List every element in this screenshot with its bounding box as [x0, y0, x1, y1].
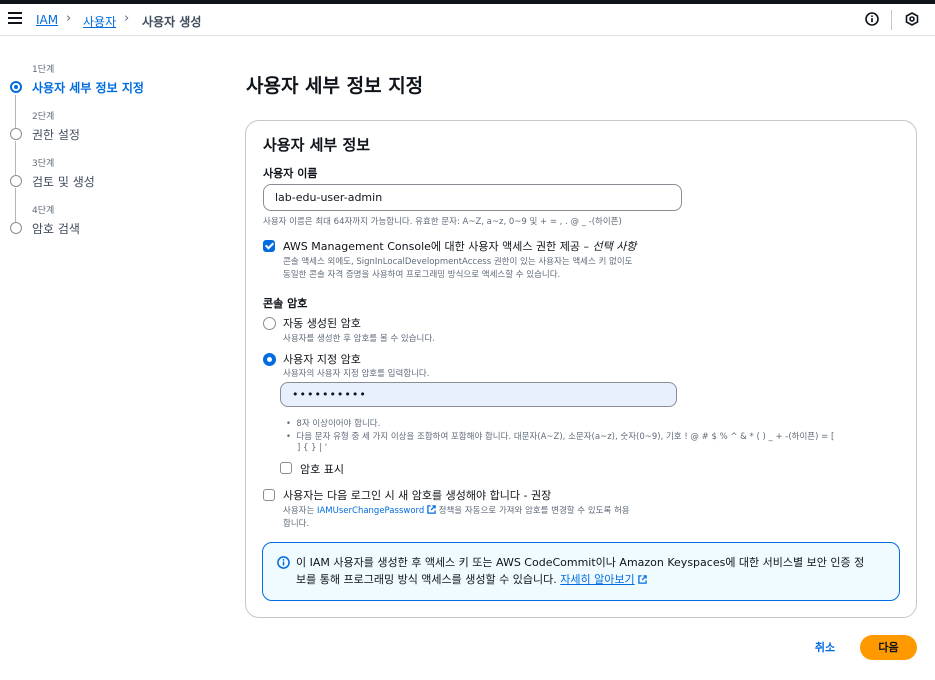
step-number: 2단계: [32, 112, 55, 122]
step-indicator: [10, 222, 22, 234]
step-indicator: [10, 175, 22, 187]
external-link-icon: [427, 505, 436, 514]
user-details-card: 사용자 세부 정보 사용자 이름 lab-edu-user-admin 사용자 …: [245, 120, 917, 618]
password-rule-text: 다음 문자 유형 중 세 가지 이상을 조합하여 포함해야 합니다. 대문자(A…: [296, 432, 835, 442]
card-title: 사용자 세부 정보: [263, 136, 371, 154]
cancel-button[interactable]: 취소: [808, 638, 842, 658]
step-connector: [15, 95, 16, 128]
auto-password-radio[interactable]: [263, 317, 276, 330]
reset-desc-suffix: 정책을 자동으로 가져와 암호를 변경할 수 있도록 허용: [438, 506, 630, 516]
step-label: 권한 설정: [32, 128, 80, 142]
password-input[interactable]: ••••••••••: [280, 382, 677, 407]
settings-icon[interactable]: [905, 12, 919, 26]
page-title: 사용자 세부 정보 지정: [246, 75, 424, 97]
optional-text: 선택 사항: [592, 240, 637, 253]
breadcrumb-users[interactable]: 사용자: [83, 13, 116, 30]
console-access-checkbox[interactable]: [263, 240, 275, 252]
next-button[interactable]: 다음: [860, 635, 917, 660]
username-label: 사용자 이름: [263, 167, 318, 180]
header: IAM › 사용자 › 사용자 생성: [0, 4, 935, 36]
password-rule-text: 8자 이상이어야 합니다.: [296, 419, 381, 429]
username-input[interactable]: lab-edu-user-admin: [263, 184, 682, 211]
auto-password-desc: 사용자를 생성한 후 암호를 볼 수 있습니다.: [283, 334, 435, 344]
breadcrumb-iam[interactable]: IAM: [36, 13, 58, 27]
step-connector: [15, 188, 16, 222]
custom-password-desc: 사용자의 사용자 지정 암호를 입력합니다.: [283, 369, 430, 379]
chevron-right-icon: ›: [124, 11, 130, 26]
info-alert: 이 IAM 사용자를 생성한 후 액세스 키 또는 AWS CodeCommit…: [262, 542, 900, 601]
step-label: 검토 및 생성: [32, 175, 95, 189]
info-line-2: 보를 통해 프로그래밍 방식 액세스를 생성할 수 있습니다. 자세히 알아보기: [296, 571, 876, 588]
password-rule: • 다음 문자 유형 중 세 가지 이상을 조합하여 포함해야 합니다. 대문자…: [286, 432, 835, 442]
console-access-label: AWS Management Console에 대한 사용자 액세스 권한 제공…: [283, 238, 636, 254]
password-rule-cont: ] { } | ': [297, 443, 328, 453]
step-label: 사용자 세부 정보 지정: [32, 81, 144, 95]
step-label: 암호 검색: [32, 222, 80, 236]
step-indicator: [10, 128, 22, 140]
auto-password-label: 자동 생성된 암호: [283, 317, 361, 330]
console-access-desc-2: 동일한 콘솔 자격 증명을 사용하여 프로그래밍 방식으로 액세스할 수 있습니…: [283, 270, 561, 280]
console-password-label: 콘솔 암호: [263, 297, 308, 310]
step-number: 1단계: [32, 65, 55, 75]
step-number: 3단계: [32, 159, 55, 169]
show-password-label: 암호 표시: [300, 463, 344, 476]
reset-password-desc-2: 합니다.: [283, 519, 310, 529]
console-access-desc-1: 콘솔 액세스 외에도, SignInLocalDevelopmentAccess…: [283, 257, 633, 267]
reset-password-desc: 사용자는 IAMUserChangePassword 정책을 자동으로 가져와 …: [283, 504, 630, 516]
step-number: 4단계: [32, 206, 55, 216]
reset-desc-prefix: 사용자는: [283, 506, 315, 516]
menu-icon[interactable]: [8, 12, 22, 24]
external-link-icon: [638, 575, 647, 584]
info-line-1: 이 IAM 사용자를 생성한 후 액세스 키 또는 AWS CodeCommit…: [296, 556, 865, 569]
step-active-indicator: [10, 81, 22, 93]
username-hint: 사용자 이름은 최대 64자까지 가능합니다. 유효한 문자: A~Z, a~z…: [263, 217, 622, 227]
info-icon[interactable]: [865, 12, 879, 26]
custom-password-label: 사용자 지정 암호: [283, 353, 361, 366]
reset-password-label: 사용자는 다음 로그인 시 새 암호를 생성해야 합니다 - 권장: [283, 489, 552, 502]
info-alert-text: 이 IAM 사용자를 생성한 후 액세스 키 또는 AWS CodeCommit…: [296, 554, 876, 588]
step-connector: [15, 141, 16, 175]
header-divider: [891, 10, 892, 30]
show-password-checkbox[interactable]: [280, 462, 292, 474]
custom-password-radio[interactable]: [263, 353, 276, 366]
info-line-2-text: 보를 통해 프로그래밍 방식 액세스를 생성할 수 있습니다.: [296, 573, 557, 586]
learn-more-link[interactable]: 자세히 알아보기: [560, 573, 634, 586]
reset-password-checkbox[interactable]: [263, 489, 275, 501]
console-access-text: AWS Management Console에 대한 사용자 액세스 권한 제공…: [283, 240, 589, 253]
chevron-right-icon: ›: [66, 11, 72, 26]
iam-policy-link[interactable]: IAMUserChangePassword: [317, 506, 424, 516]
breadcrumb-create-user: 사용자 생성: [142, 15, 202, 29]
password-rule: • 8자 이상이어야 합니다.: [286, 419, 381, 429]
info-icon: [277, 556, 290, 569]
